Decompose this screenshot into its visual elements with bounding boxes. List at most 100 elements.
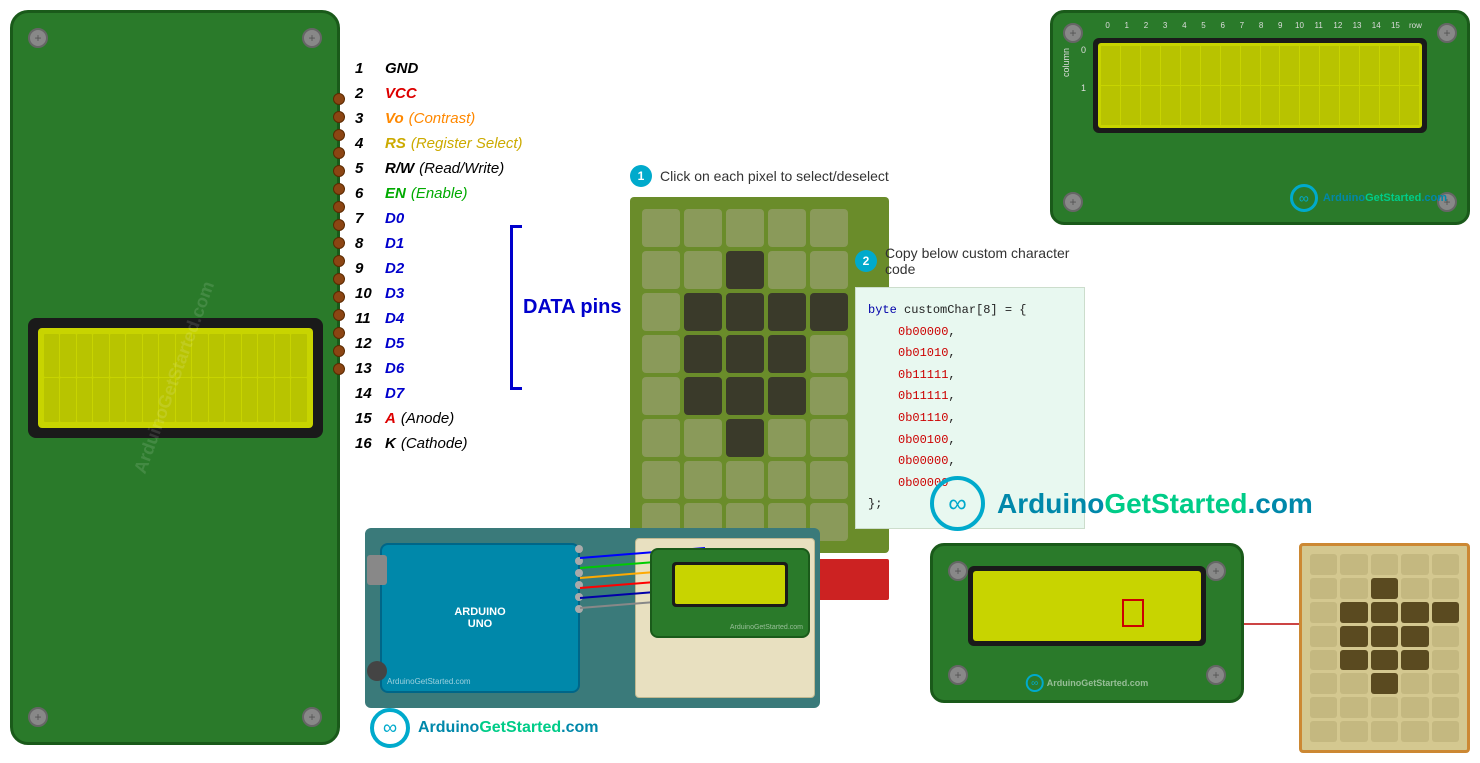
pixel-cell[interactable] (726, 251, 764, 289)
lcd-cell (275, 378, 291, 422)
pixel-cell[interactable] (726, 419, 764, 457)
pixel-cell[interactable] (768, 419, 806, 457)
pixel-cell[interactable] (684, 461, 722, 499)
code-value: 0b00000 (898, 325, 948, 339)
pixel-cell[interactable] (768, 461, 806, 499)
pixel-cell[interactable] (684, 209, 722, 247)
pin-dot (333, 201, 345, 213)
pin-desc: (Cathode) (401, 435, 468, 452)
pixel-cell[interactable] (810, 461, 848, 499)
pixel-cell[interactable] (726, 293, 764, 331)
lcd-cell (93, 334, 109, 378)
pixel-cell[interactable] (768, 335, 806, 373)
pin-header (575, 605, 583, 613)
bottom-logo-circle-icon (370, 708, 410, 748)
pixel-cell[interactable] (810, 251, 848, 289)
pixel-cell[interactable] (810, 209, 848, 247)
enlarged-grid-cell (1310, 626, 1337, 647)
grid-cell (1221, 86, 1240, 125)
pixel-cell[interactable] (642, 251, 680, 289)
pin-dot (333, 363, 345, 375)
col-label: 6 (1213, 21, 1232, 30)
pixel-cell[interactable] (642, 377, 680, 415)
lcd-cell (242, 378, 258, 422)
pixel-cell[interactable] (642, 335, 680, 373)
lcd-cell (77, 378, 93, 422)
enlarged-grid-cell (1340, 650, 1367, 671)
pin-num: 16 (355, 435, 385, 452)
lcd-cell (209, 378, 225, 422)
pin-num: 10 (355, 285, 385, 302)
pixel-cell[interactable] (684, 377, 722, 415)
enlarged-grid-cell (1371, 697, 1398, 718)
pin-desc: (Anode) (401, 410, 454, 427)
pixel-cell[interactable] (768, 251, 806, 289)
lcd-cell (225, 378, 241, 422)
pin-dot (333, 111, 345, 123)
pixel-cell[interactable] (810, 335, 848, 373)
pin-name: GND (385, 60, 418, 77)
pin-row-13: 13 D6 (355, 360, 523, 377)
grid-cell (1300, 46, 1319, 85)
pin-name: D2 (385, 260, 404, 277)
pin-desc: (Register Select) (411, 135, 523, 152)
pin-dot (333, 273, 345, 285)
bottom-logo-text: ArduinoGetStarted.com (418, 719, 598, 737)
lcd-cell (60, 378, 76, 422)
pin-num: 3 (355, 110, 385, 127)
grid-cell (1181, 46, 1200, 85)
enlarged-grid-cell (1371, 554, 1398, 575)
pixel-cell[interactable] (684, 335, 722, 373)
pixel-cell[interactable] (642, 461, 680, 499)
enlarged-grid-cell (1401, 697, 1428, 718)
lcd-cell (209, 334, 225, 378)
screw-br-bl (948, 665, 968, 685)
col-label: 5 (1194, 21, 1213, 30)
pixel-cell[interactable] (768, 293, 806, 331)
lcd-screen-outer (28, 318, 323, 438)
pixel-cell[interactable] (810, 419, 848, 457)
pixel-cell[interactable] (726, 461, 764, 499)
pixel-cell[interactable] (642, 209, 680, 247)
code-instruction-text: Copy below custom character code (885, 245, 1085, 277)
pixel-cell[interactable] (726, 335, 764, 373)
pin-name: D0 (385, 210, 404, 227)
brand-name: ArduinoGetStarted.com (997, 488, 1313, 520)
screw-top-left (28, 28, 48, 48)
enlarged-grid-cell (1340, 626, 1367, 647)
grid-cell (1101, 86, 1120, 125)
lcd-cell (291, 334, 307, 378)
pixel-grid[interactable] (642, 209, 877, 541)
lcd-cell (225, 334, 241, 378)
lcd-cell (176, 378, 192, 422)
arduino-board: ARDUINOUNO ArduinoGetStarted.com (380, 543, 580, 693)
lcd-cell (258, 378, 274, 422)
code-line-5: 0b11111, (868, 386, 1072, 408)
pixel-cell[interactable] (726, 209, 764, 247)
brand-logo-circle-icon (930, 476, 985, 531)
enlarged-grid-cell (1310, 673, 1337, 694)
code-line-2: 0b00000, (868, 322, 1072, 344)
pixel-cell[interactable] (810, 293, 848, 331)
screw-bottom-right (302, 707, 322, 727)
lcd-screen-inner (38, 328, 313, 428)
pixel-cell[interactable] (684, 419, 722, 457)
grid-cell (1360, 46, 1379, 85)
pixel-cell[interactable] (810, 377, 848, 415)
lcd-cell (110, 334, 126, 378)
pixel-cell[interactable] (684, 293, 722, 331)
grid-cell (1380, 46, 1399, 85)
pixel-cell[interactable] (768, 377, 806, 415)
pixel-cell[interactable] (684, 251, 722, 289)
pixel-cell[interactable] (768, 209, 806, 247)
small-lcd-inner (675, 565, 785, 604)
col-label: 0 (1098, 21, 1117, 30)
pixel-cell[interactable] (642, 293, 680, 331)
enlarged-grid-cell (1371, 650, 1398, 671)
pin-header (575, 581, 583, 589)
pixel-cell[interactable] (726, 377, 764, 415)
enlarged-grid-cell (1401, 673, 1428, 694)
grid-cell (1400, 46, 1419, 85)
grid-cell (1360, 86, 1379, 125)
pixel-cell[interactable] (642, 419, 680, 457)
